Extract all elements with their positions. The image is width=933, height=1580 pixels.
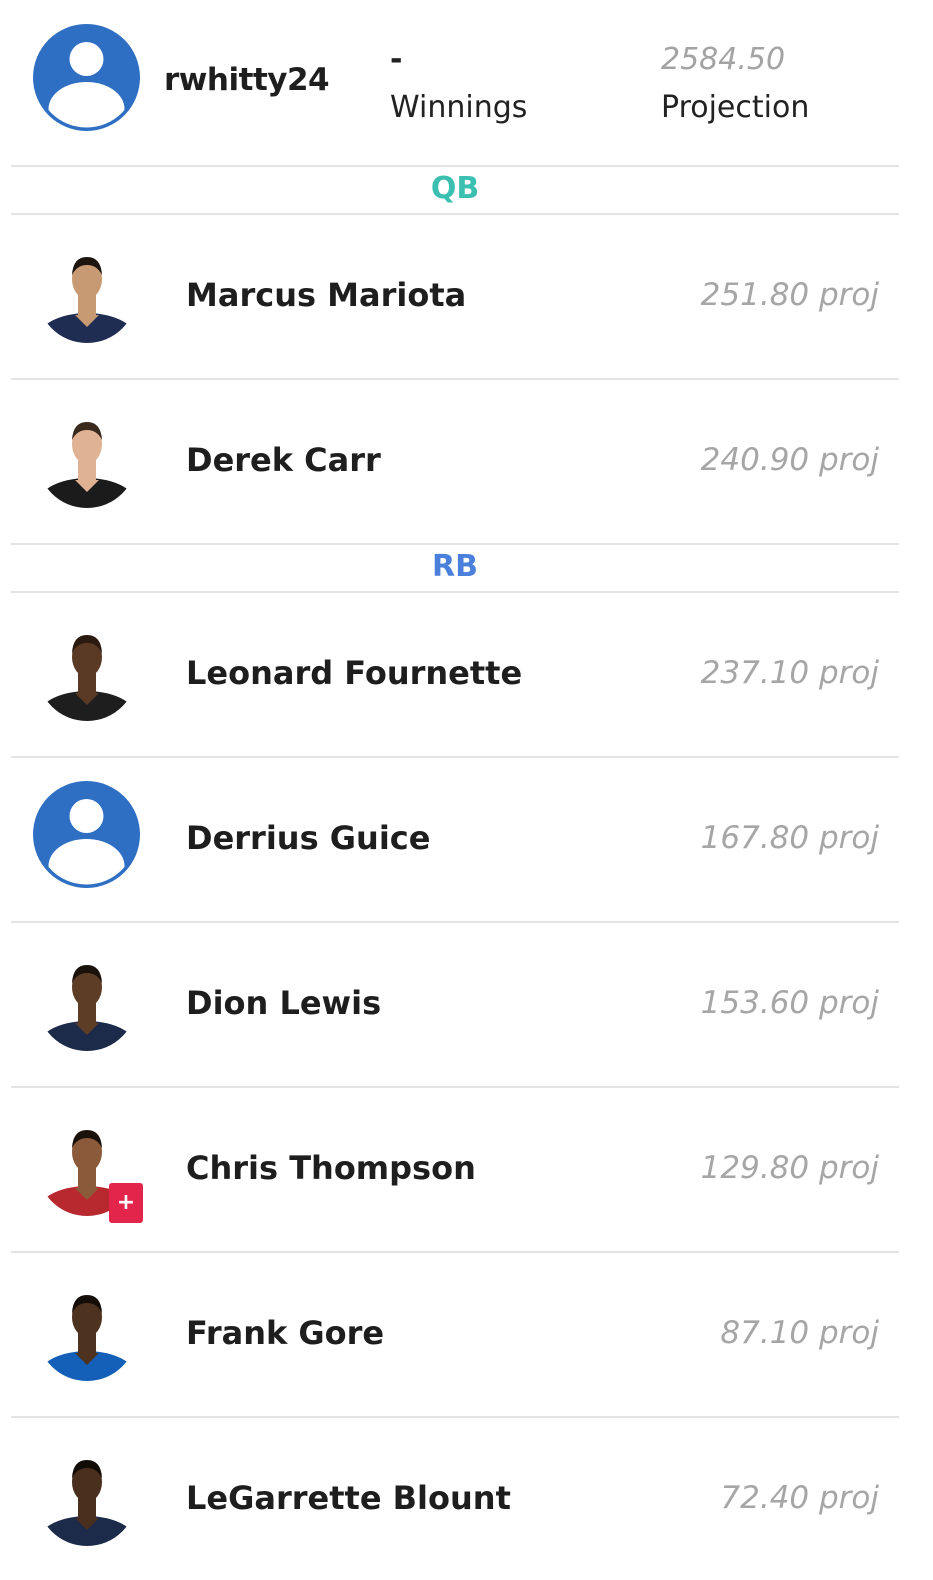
player-projection: 87.10 proj (720, 1315, 879, 1351)
player-row[interactable]: Derrius Guice 167.80 proj (11, 756, 899, 920)
winnings-label: Winnings (390, 90, 528, 125)
player-projection: 72.40 proj (720, 1480, 879, 1516)
player-row[interactable]: + Chris Thompson 129.80 proj (11, 1086, 899, 1250)
player-row[interactable]: Frank Gore 87.10 proj (11, 1251, 899, 1415)
winnings-stat: - Winnings (390, 40, 527, 126)
player-name[interactable]: LeGarrette Blount (186, 1480, 511, 1516)
position-header-rb: RB (432, 549, 478, 584)
player-row[interactable]: Marcus Mariota 251.80 proj (11, 213, 899, 377)
winnings-value: - (390, 42, 403, 77)
player-name[interactable]: Chris Thompson (186, 1150, 476, 1186)
player-headshot (37, 1446, 137, 1546)
player-projection: 153.60 proj (700, 985, 879, 1021)
player-projection: 129.80 proj (700, 1150, 879, 1186)
player-row[interactable]: Derek Carr 240.90 proj (11, 378, 899, 542)
player-projection: 237.10 proj (700, 655, 879, 691)
player-projection: 240.90 proj (700, 442, 879, 478)
team-header: rwhitty24 - Winnings 2584.50 Projection (0, 0, 933, 166)
player-row[interactable]: LeGarrette Blount 72.40 proj (11, 1416, 899, 1580)
divider (11, 165, 899, 167)
player-name[interactable]: Leonard Fournette (186, 655, 522, 691)
username[interactable]: rwhitty24 (164, 62, 330, 98)
player-name[interactable]: Dion Lewis (186, 985, 381, 1021)
player-name[interactable]: Frank Gore (186, 1315, 384, 1351)
projection-stat: 2584.50 Projection (661, 40, 809, 126)
projection-value: 2584.50 (661, 42, 786, 77)
player-headshot (37, 951, 137, 1051)
injury-badge-icon: + (109, 1183, 143, 1223)
user-avatar-icon[interactable] (33, 24, 140, 131)
player-name[interactable]: Marcus Mariota (186, 277, 466, 313)
player-projection: 167.80 proj (700, 820, 879, 856)
player-row[interactable]: Leonard Fournette 237.10 proj (11, 591, 899, 755)
player-headshot (37, 243, 137, 343)
player-name[interactable]: Derek Carr (186, 442, 381, 478)
position-header-qb: QB (430, 171, 480, 206)
player-headshot (37, 408, 137, 508)
divider (11, 543, 899, 545)
player-headshot (37, 1281, 137, 1381)
player-row[interactable]: Dion Lewis 153.60 proj (11, 921, 899, 1085)
user-avatar-icon (33, 781, 140, 888)
player-headshot (37, 621, 137, 721)
projection-label: Projection (661, 90, 810, 125)
player-projection: 251.80 proj (700, 277, 879, 313)
player-name[interactable]: Derrius Guice (186, 820, 430, 856)
